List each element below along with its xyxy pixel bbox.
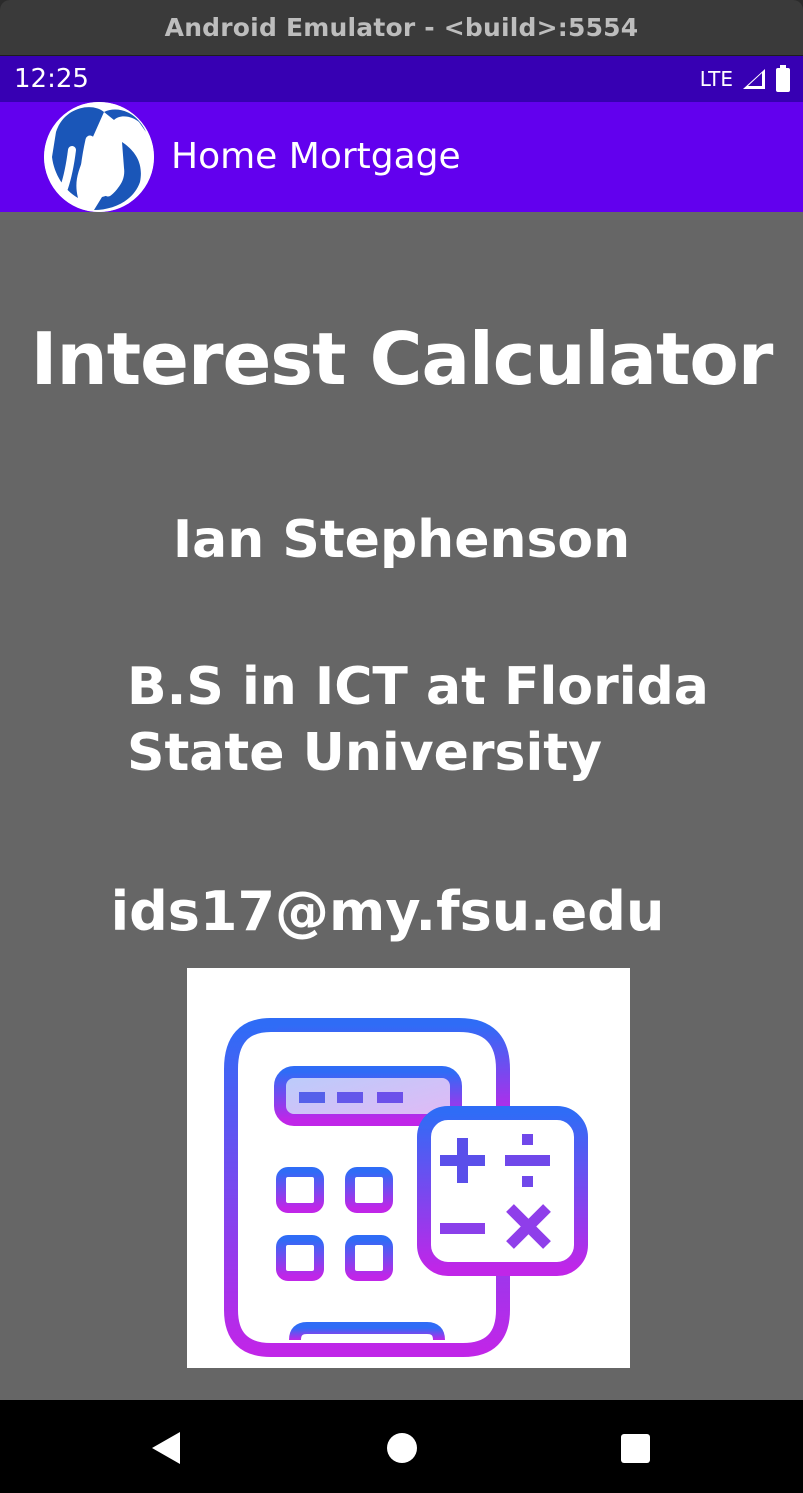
emulator-title: Android Emulator - <build>:5554	[164, 13, 639, 42]
degree-line-2: State University	[127, 723, 603, 783]
app-title: Home Mortgage	[171, 136, 461, 177]
email-text: ids17@my.fsu.edu	[110, 880, 665, 943]
emulator-titlebar: Android Emulator - <build>:5554	[0, 0, 803, 56]
signal-icon	[743, 69, 765, 89]
calculator-icon	[187, 968, 630, 1368]
back-icon[interactable]	[150, 1430, 182, 1466]
status-time: 12:25	[14, 64, 89, 94]
js-logo-icon	[44, 102, 154, 212]
author-name: Ian Stephenson	[172, 510, 631, 570]
recents-icon[interactable]	[619, 1430, 651, 1466]
status-icons: LTE	[700, 65, 791, 93]
battery-icon	[776, 65, 790, 92]
degree-text: B.S in ICT at Florida State University	[127, 654, 747, 786]
navigation-bar	[0, 1400, 803, 1493]
page-title: Interest Calculator	[30, 317, 774, 401]
main-content: Interest Calculator Ian Stephenson B.S i…	[0, 212, 803, 1400]
network-type: LTE	[699, 67, 733, 91]
status-bar: 12:25 LTE	[0, 56, 803, 102]
app-bar: Home Mortgage	[0, 102, 803, 212]
home-icon[interactable]	[386, 1430, 418, 1466]
degree-line-1: B.S in ICT at Florida	[127, 657, 709, 717]
